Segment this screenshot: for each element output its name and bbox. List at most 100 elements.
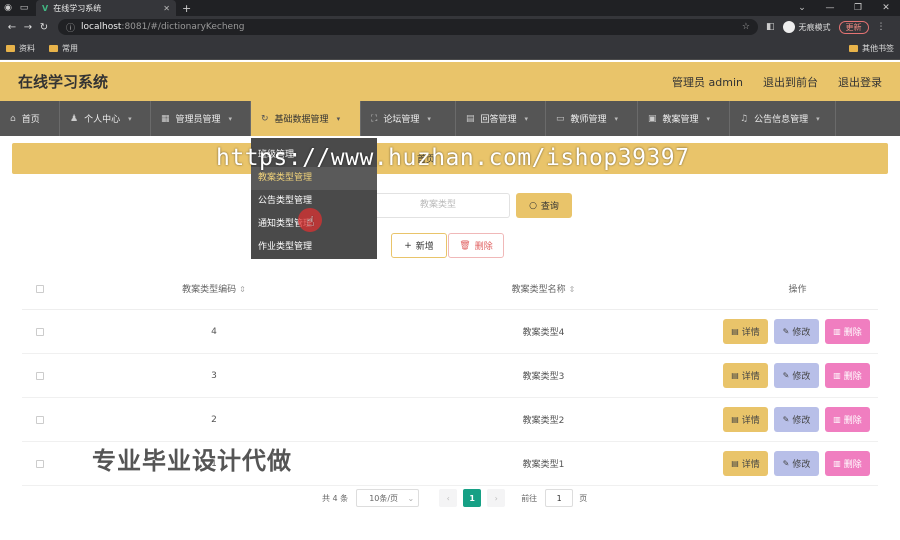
bell-icon: ♫ — [740, 113, 749, 124]
cell-code: 2 — [211, 414, 217, 425]
nav-label: 管理员管理 — [175, 115, 221, 125]
window-icon[interactable]: ▭ — [16, 3, 32, 13]
main-nav: ⌂ 首页 ♟ 个人中心 ▾ ▦ 管理员管理 ▾ ↻ 基础数据管理 ▾ ⛶ 论坛管… — [0, 101, 900, 136]
detail-button[interactable]: ▤ 详情 — [723, 319, 768, 344]
incognito-icon — [782, 21, 795, 33]
trash-icon: ▥ — [833, 371, 841, 380]
restore-icon[interactable]: ❐ — [844, 3, 872, 13]
page-button-current[interactable]: 1 — [463, 489, 482, 507]
browser-tab[interactable]: V 在线学习系统 ✕ — [36, 0, 176, 16]
bookmark-folder[interactable]: 资料 — [6, 43, 35, 54]
nav-item-home[interactable]: ⌂ 首页 — [0, 101, 60, 136]
folder-icon — [6, 45, 15, 52]
chevron-down-icon: ▾ — [336, 114, 341, 123]
sort-icon[interactable]: ⇕ — [569, 285, 576, 294]
app-header: 在线学习系统 管理员 admin 退出到前台 退出登录 — [0, 62, 900, 101]
detail-button[interactable]: ▤ 详情 — [723, 407, 768, 432]
nav-item-basic-data[interactable]: ↻ 基础数据管理 ▾ — [251, 101, 361, 136]
add-button[interactable]: + 新增 — [391, 233, 447, 258]
row-checkbox[interactable] — [36, 371, 44, 380]
tab-close-icon[interactable]: ✕ — [163, 4, 170, 13]
pagination: 共 4 条 10条/页 ⌄ ‹ 1 › 前往 1 页 — [322, 489, 587, 507]
browser-menu-icon[interactable]: ◉ — [0, 3, 16, 13]
nav-item-profile[interactable]: ♟ 个人中心 ▾ — [60, 101, 151, 136]
edit-button[interactable]: ✎ 修改 — [774, 363, 819, 388]
header-links: 管理员 admin 退出到前台 退出登录 — [652, 74, 882, 90]
nav-item-teacher[interactable]: ▭ 教师管理 ▾ — [546, 101, 638, 136]
other-bookmarks[interactable]: 其他书签 — [849, 43, 894, 54]
sidebar-icon[interactable]: ◧ — [766, 22, 775, 32]
profile-label: 无痕模式 — [798, 22, 831, 32]
select-all-checkbox[interactable] — [36, 284, 44, 293]
more-icon[interactable]: ⋮ — [877, 22, 886, 32]
back-to-front-link[interactable]: 退出到前台 — [763, 74, 818, 90]
row-checkbox[interactable] — [36, 415, 44, 424]
query-button[interactable]: ○ 查询 — [516, 193, 572, 218]
back-icon[interactable]: ← — [4, 22, 20, 33]
chevron-down-icon: ▾ — [228, 114, 233, 123]
page-size-select[interactable]: 10条/页 ⌄ — [356, 489, 420, 507]
delete-button[interactable]: ▥ 删除 — [825, 451, 870, 476]
next-page-button[interactable]: › — [487, 489, 506, 507]
row-checkbox[interactable] — [36, 459, 44, 468]
folder-icon — [49, 45, 58, 52]
vue-logo-icon: V — [42, 3, 49, 13]
grid-icon: ▦ — [161, 113, 170, 124]
info-icon[interactable]: ⓘ — [66, 21, 75, 34]
menu-item-homework-type[interactable]: 作业类型管理 — [251, 236, 377, 259]
trash-icon: ▥ — [833, 327, 841, 336]
chevron-down-icon: ▾ — [524, 114, 529, 123]
url-bar[interactable]: ⓘ localhost :8081/#/dictionaryKecheng ☆ — [58, 19, 758, 35]
close-icon[interactable]: ✕ — [872, 3, 900, 13]
page-unit: 页 — [579, 493, 588, 503]
bookmark-folder[interactable]: 常用 — [49, 43, 78, 54]
edit-button[interactable]: ✎ 修改 — [774, 451, 819, 476]
nav-item-lesson-plan[interactable]: ▣ 教案管理 ▾ — [638, 101, 730, 136]
star-icon[interactable]: ☆ — [742, 22, 750, 32]
detail-button[interactable]: ▤ 详情 — [723, 363, 768, 388]
doc-icon: ▤ — [731, 415, 739, 424]
delete-button[interactable]: ▥ 删除 — [825, 407, 870, 432]
delete-button[interactable]: ▥ 删除 — [825, 319, 870, 344]
forward-icon[interactable]: → — [20, 22, 36, 33]
cell-name: 教案类型4 — [522, 328, 565, 338]
nav-item-admin[interactable]: ▦ 管理员管理 ▾ — [151, 101, 251, 136]
goto-label: 前往 — [521, 493, 538, 503]
chevron-down-icon: ▾ — [706, 114, 711, 123]
update-button[interactable]: 更新 — [838, 20, 869, 34]
nav-item-answer[interactable]: ▤ 回答管理 ▾ — [456, 101, 546, 136]
search-input[interactable]: 教案类型 — [365, 193, 510, 218]
reload-icon[interactable]: ↻ — [36, 22, 52, 33]
pencil-icon: ✎ — [782, 415, 790, 424]
delete-button[interactable]: ▥ 删除 — [825, 363, 870, 388]
new-tab-icon[interactable]: + — [182, 2, 191, 15]
chevron-down-icon[interactable]: ⌄ — [788, 3, 816, 13]
logout-link[interactable]: 退出登录 — [838, 74, 882, 90]
query-label: 查询 — [540, 202, 559, 212]
bookmark-label: 资料 — [19, 44, 35, 53]
goto-page-input[interactable]: 1 — [545, 489, 574, 507]
column-header-name[interactable]: 教案类型名称 ⇕ — [370, 282, 717, 295]
sort-icon[interactable]: ⇕ — [239, 285, 246, 294]
nav-label: 个人中心 — [84, 115, 121, 125]
app-title: 在线学习系统 — [18, 73, 109, 91]
delete-label: 删除 — [474, 242, 493, 252]
detail-button[interactable]: ▤ 详情 — [723, 451, 768, 476]
batch-delete-button[interactable]: 🗑 删除 — [448, 233, 504, 258]
bookmarks-bar: 资料 常用 其他书签 — [0, 38, 900, 60]
minimize-icon[interactable]: — — [816, 3, 844, 13]
nav-item-announcement[interactable]: ♫ 公告信息管理 ▾ — [730, 101, 836, 136]
cell-name: 教案类型2 — [522, 416, 565, 426]
edit-button[interactable]: ✎ 修改 — [774, 319, 819, 344]
prev-page-button[interactable]: ‹ — [439, 489, 458, 507]
nav-label: 公告信息管理 — [754, 115, 809, 125]
trash-icon: 🗑 — [459, 240, 471, 251]
trash-icon: ▥ — [833, 459, 841, 468]
incognito-profile[interactable]: 无痕模式 — [782, 21, 831, 33]
column-header-code[interactable]: 教案类型编码 ⇕ — [58, 282, 370, 295]
nav-label: 教案管理 — [662, 115, 699, 125]
nav-item-forum[interactable]: ⛶ 论坛管理 ▾ — [361, 101, 456, 136]
row-checkbox[interactable] — [36, 327, 44, 336]
edit-button[interactable]: ✎ 修改 — [774, 407, 819, 432]
folder-icon — [849, 45, 858, 52]
